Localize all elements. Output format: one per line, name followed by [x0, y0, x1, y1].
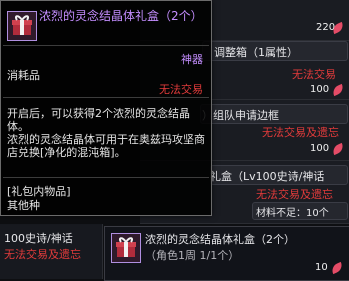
partial-card[interactable]: 100史诗/神话 无法交易及遗忘: [0, 224, 103, 279]
tooltip-description: 开启后，可以获得2个浓烈的灵念结晶体。 浓烈的灵念结晶体可用于在奥兹玛攻坚商店兑…: [7, 107, 205, 159]
material-shortage: 材料不足：10个: [256, 208, 329, 219]
item-card[interactable]: 浓烈的灵念结晶体礼盒（2个） （角色1周 1/1个） 10: [104, 226, 349, 281]
price-value: 100: [310, 143, 330, 154]
divider: [3, 97, 209, 98]
currency-leaf-icon: [330, 83, 346, 97]
trade-status: 无法交易: [159, 83, 203, 96]
item-card-title: 浓烈的灵念结晶体礼盒（2个）: [145, 233, 295, 246]
item-type: 消耗品: [7, 69, 40, 82]
gift-box-icon: [111, 233, 141, 263]
price-value: 10: [315, 262, 328, 273]
item-name: ）组队申请边框: [202, 109, 279, 122]
price-value: 220: [316, 22, 336, 33]
trade-status: 无法交易: [292, 68, 336, 81]
divider: [3, 177, 209, 178]
currency-leaf-icon: [330, 142, 346, 156]
gift-box-icon: [7, 11, 37, 41]
item-name: 礼盒（Lv100史诗/神话: [210, 170, 325, 183]
rarity-label: 神器: [181, 53, 203, 66]
item-tooltip: 浓烈的灵念结晶体礼盒（2个） 神器 消耗品 无法交易 开启后，可以获得2个浓烈的…: [0, 0, 212, 216]
divider: [3, 45, 209, 46]
trade-status: 无法交易及遗忘: [256, 188, 333, 201]
trade-status: 无法交易及遗忘: [262, 126, 339, 139]
currency-leaf-icon: [329, 261, 345, 275]
price-value: 100: [310, 84, 330, 95]
partial-card-status: 无法交易及遗忘: [4, 248, 81, 261]
package-contents-value: 其他种: [7, 199, 40, 212]
tooltip-title: 浓烈的灵念结晶体礼盒（2个）: [39, 9, 203, 23]
item-name: 调整箱（1属性）: [214, 46, 298, 59]
item-card-subtitle: （角色1周 1/1个）: [145, 249, 240, 262]
partial-card-text: 100史诗/神话: [4, 232, 73, 245]
